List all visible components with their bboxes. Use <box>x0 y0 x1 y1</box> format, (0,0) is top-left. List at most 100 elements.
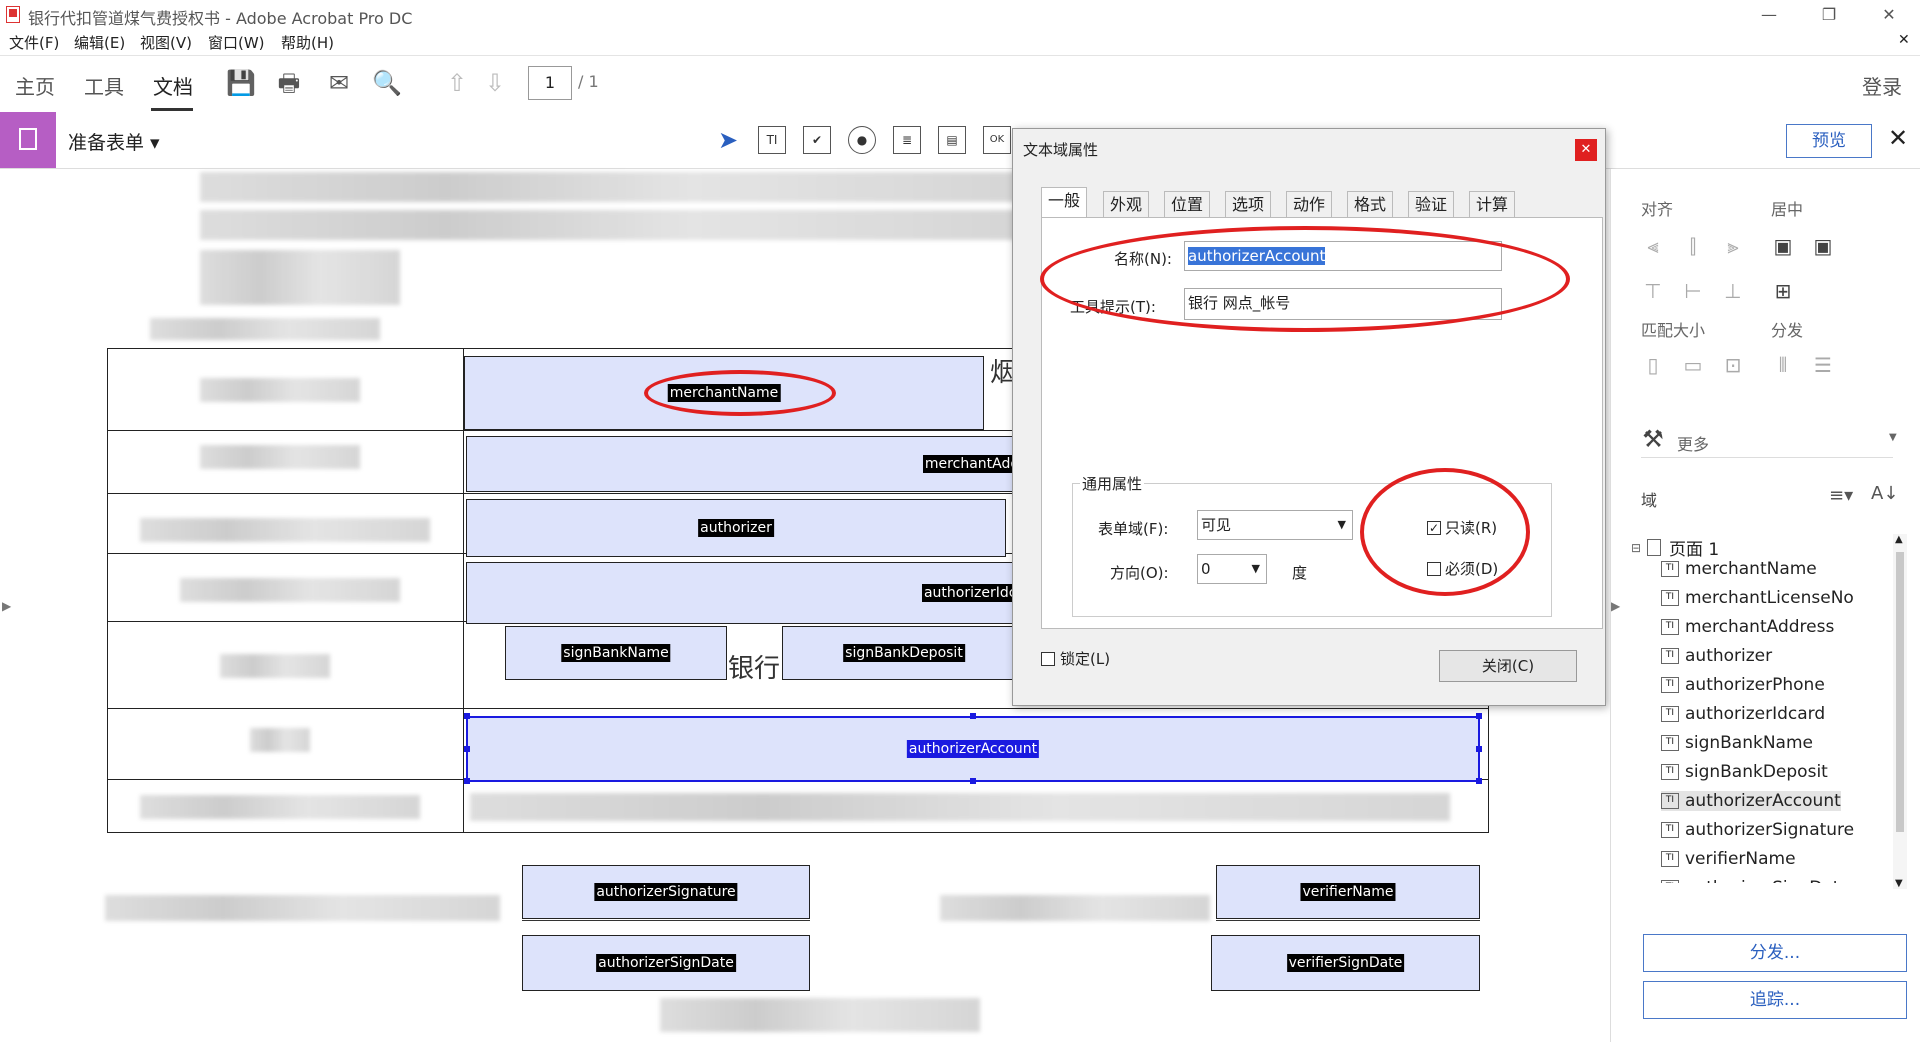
tab-document[interactable]: 文档 <box>153 71 193 100</box>
match-width-icon[interactable]: ▯ <box>1641 353 1665 377</box>
tree-item-signBankName[interactable]: TI signBankName <box>1661 733 1813 753</box>
track-button[interactable]: 追踪... <box>1643 981 1907 1019</box>
center-vertical-icon[interactable]: ▣ <box>1811 234 1835 258</box>
tab-calculate[interactable]: 计算 <box>1469 191 1516 218</box>
tree-item-authorizerSignDate[interactable]: TI authorizerSignDate <box>1661 878 1850 883</box>
field-authorizer-idcard[interactable]: authorizerIdca <box>466 562 1027 624</box>
select-tool-icon[interactable]: ➤ <box>718 126 738 154</box>
next-page-icon[interactable]: ⇩ <box>480 68 510 98</box>
align-right-icon[interactable]: ⫸ <box>1721 234 1745 258</box>
tab-general[interactable]: 一般 <box>1041 187 1088 218</box>
close-form-icon[interactable]: ✕ <box>1888 124 1908 152</box>
tree-item-merchantName[interactable]: TI merchantName <box>1661 559 1817 579</box>
tab-actions[interactable]: 动作 <box>1286 191 1333 218</box>
tab-format[interactable]: 格式 <box>1347 191 1394 218</box>
menu-view[interactable]: 视图(V) <box>140 32 192 53</box>
distribute-vertical-icon[interactable]: ☰ <box>1811 353 1835 377</box>
field-sign-bank-name[interactable]: signBankName <box>505 626 727 680</box>
sort-icon[interactable]: ≡▾ <box>1829 485 1853 506</box>
tree-item-merchantAddress[interactable]: TI merchantAddress <box>1661 617 1834 637</box>
more-label[interactable]: 更多 <box>1677 431 1709 455</box>
button-tool-icon[interactable]: OK <box>983 126 1011 154</box>
center-both-icon[interactable]: ⊞ <box>1771 279 1795 303</box>
align-middle-icon[interactable]: ⊢ <box>1681 279 1705 303</box>
resize-handle[interactable] <box>464 746 470 752</box>
align-left-icon[interactable]: ⫷ <box>1641 234 1665 258</box>
field-merchant-address[interactable]: merchantAddr <box>466 436 1027 492</box>
tree-scrollbar[interactable]: ▲ ▼ <box>1893 534 1907 889</box>
tree-item-authorizerAccount[interactable]: TI authorizerAccount <box>1661 791 1841 811</box>
resize-handle[interactable] <box>970 778 976 784</box>
tree-item-signBankDeposit[interactable]: TI signBankDeposit <box>1661 762 1828 782</box>
field-authorizer-account[interactable]: authorizerAccount <box>466 716 1480 782</box>
resize-handle[interactable] <box>1476 746 1482 752</box>
minimize-button[interactable]: — <box>1746 0 1792 30</box>
more-dropdown-icon[interactable]: ▼ <box>1889 432 1897 443</box>
field-sign-bank-deposit[interactable]: signBankDeposit <box>782 626 1026 680</box>
text-field-icon: TI <box>1661 706 1679 722</box>
distribute-button[interactable]: 分发... <box>1643 934 1907 972</box>
page-number-input[interactable]: 1 <box>528 66 572 100</box>
align-top-icon[interactable]: ⊤ <box>1641 279 1665 303</box>
list-box-tool-icon[interactable]: ≣ <box>893 126 921 154</box>
maximize-button[interactable]: ❐ <box>1806 0 1852 30</box>
menu-window[interactable]: 窗口(W) <box>208 32 265 53</box>
dialog-close-button[interactable]: ✕ <box>1575 139 1597 161</box>
tree-item-merchantLicenseNo[interactable]: TI merchantLicenseNo <box>1661 588 1854 608</box>
field-authorizer[interactable]: authorizer <box>466 499 1006 557</box>
prepare-form-title[interactable]: 准备表单 ▾ <box>68 128 160 155</box>
match-height-icon[interactable]: ▭ <box>1681 353 1705 377</box>
tab-tools[interactable]: 工具 <box>84 71 124 100</box>
locked-checkbox[interactable] <box>1041 652 1055 666</box>
left-panel-toggle-icon[interactable]: ▶ <box>2 599 11 613</box>
tab-options[interactable]: 选项 <box>1225 191 1272 218</box>
tree-item-authorizerIdcard[interactable]: TI authorizerIdcard <box>1661 704 1825 724</box>
formfield-select[interactable]: 可见 ▼ <box>1197 510 1353 540</box>
login-link[interactable]: 登录 <box>1862 71 1902 100</box>
tree-item-authorizer[interactable]: TI authorizer <box>1661 646 1772 666</box>
menu-edit[interactable]: 编辑(E) <box>74 32 125 53</box>
tree-item-authorizerPhone[interactable]: TI authorizerPhone <box>1661 675 1825 695</box>
text-field-icon: TI <box>1661 793 1679 809</box>
radio-tool-icon[interactable]: ● <box>848 126 876 154</box>
checkbox-tool-icon[interactable]: ✔ <box>803 126 831 154</box>
divider <box>1641 457 1893 458</box>
menu-file[interactable]: 文件(F) <box>9 32 59 53</box>
blurred-text <box>150 318 380 340</box>
preview-button[interactable]: 预览 <box>1786 124 1872 158</box>
email-icon[interactable]: ✉ <box>324 68 354 98</box>
menu-help[interactable]: 帮助(H) <box>281 32 334 53</box>
tab-position[interactable]: 位置 <box>1164 191 1211 218</box>
tree-item-verifierName[interactable]: TI verifierName <box>1661 849 1796 869</box>
close-doc-icon[interactable]: ✕ <box>1898 32 1910 48</box>
distribute-horizontal-icon[interactable]: ⫴ <box>1771 353 1795 377</box>
resize-handle[interactable] <box>1476 713 1482 719</box>
field-authorizer-signature[interactable]: authorizerSignature <box>522 865 810 919</box>
match-both-icon[interactable]: ⊡ <box>1721 353 1745 377</box>
more-tools-icon[interactable]: ⚒ <box>1641 427 1665 451</box>
resize-handle[interactable] <box>970 713 976 719</box>
tab-appearance[interactable]: 外观 <box>1103 191 1150 218</box>
sort-az-icon[interactable]: A↓ <box>1871 483 1898 504</box>
prev-page-icon[interactable]: ⇧ <box>442 68 472 98</box>
resize-handle[interactable] <box>1476 778 1482 784</box>
field-authorizer-sign-date[interactable]: authorizerSignDate <box>522 935 810 991</box>
dropdown-tool-icon[interactable]: ▤ <box>938 126 966 154</box>
align-bottom-icon[interactable]: ⊥ <box>1721 279 1745 303</box>
orientation-select[interactable]: 0 ▼ <box>1197 554 1267 584</box>
search-icon[interactable]: 🔍 <box>372 68 402 98</box>
resize-handle[interactable] <box>464 778 470 784</box>
align-center-icon[interactable]: ⫿ <box>1681 234 1705 258</box>
dialog-close-btn[interactable]: 关闭(C) <box>1439 650 1577 682</box>
tab-validate[interactable]: 验证 <box>1408 191 1455 218</box>
print-icon[interactable]: 🖶 <box>274 68 304 98</box>
resize-handle[interactable] <box>464 713 470 719</box>
save-icon[interactable]: 💾 <box>226 68 256 98</box>
field-verifier-name[interactable]: verifierName <box>1216 865 1480 919</box>
center-horizontal-icon[interactable]: ▣ <box>1771 234 1795 258</box>
text-field-tool-icon[interactable]: TI <box>758 126 786 154</box>
tree-item-authorizerSignature[interactable]: TI authorizerSignature <box>1661 820 1854 840</box>
close-window-button[interactable]: ✕ <box>1866 0 1912 30</box>
field-verifier-sign-date[interactable]: verifierSignDate <box>1211 935 1480 991</box>
tab-home[interactable]: 主页 <box>15 71 55 100</box>
